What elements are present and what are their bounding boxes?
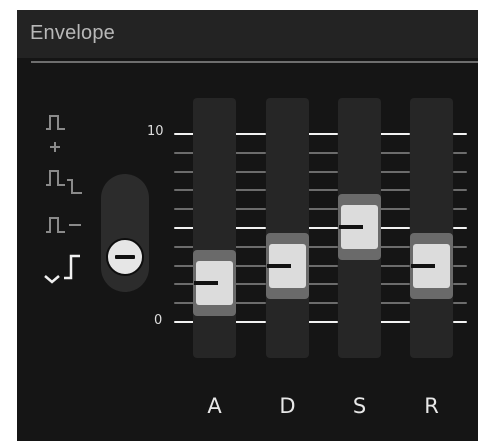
scale-tick-major bbox=[380, 321, 410, 323]
scale-tick-major bbox=[308, 321, 338, 323]
fader-track-d[interactable] bbox=[266, 98, 309, 358]
scale-tick-minor bbox=[453, 208, 467, 211]
scale-tick-minor bbox=[235, 302, 266, 305]
scale-tick-major bbox=[453, 227, 467, 229]
scale-tick-major bbox=[453, 133, 467, 135]
scale-tick-minor bbox=[174, 151, 194, 154]
fader-label-r: R bbox=[424, 394, 439, 418]
scale-tick-major bbox=[235, 321, 266, 323]
scale-tick-major bbox=[235, 133, 266, 135]
scale-tick-major bbox=[174, 321, 194, 323]
fader-label-a: A bbox=[207, 394, 222, 418]
scale-tick-minor bbox=[174, 283, 194, 286]
scale-tick-minor bbox=[308, 245, 338, 248]
scale-tick-major bbox=[380, 133, 410, 135]
scale-tick-minor bbox=[453, 170, 467, 173]
scale-tick-minor bbox=[174, 189, 194, 192]
scale-tick-minor bbox=[380, 189, 410, 192]
scale-tick-minor bbox=[174, 170, 194, 173]
scale-tick-major bbox=[174, 133, 194, 135]
scale-tick-minor bbox=[235, 283, 266, 286]
scale-tick-minor bbox=[235, 170, 266, 173]
fader-handle-indicator bbox=[194, 281, 218, 286]
scale-tick-minor bbox=[308, 264, 338, 267]
pulse-sustain-icon[interactable] bbox=[45, 216, 91, 234]
scale-tick-major bbox=[380, 227, 410, 229]
knob-indicator bbox=[115, 255, 135, 259]
scale-tick-minor bbox=[380, 302, 410, 305]
wave-gate-icon[interactable] bbox=[42, 252, 98, 284]
fader-label-s: S bbox=[352, 394, 367, 418]
scale-tick-major bbox=[235, 227, 266, 229]
scale-tick-minor bbox=[308, 170, 338, 173]
envelope-panel: Envelope 10 0 ADSR bbox=[17, 10, 478, 441]
scale-tick-minor bbox=[235, 151, 266, 154]
scale-tick-minor bbox=[380, 264, 410, 267]
double-pulse-icon[interactable] bbox=[45, 168, 85, 196]
scale-tick-minor bbox=[174, 208, 194, 211]
single-pulse-icon[interactable] bbox=[45, 114, 67, 130]
fader-handle-indicator bbox=[411, 264, 435, 269]
scale-tick-minor bbox=[174, 302, 194, 305]
scale-tick-minor bbox=[380, 170, 410, 173]
scale-tick-minor bbox=[235, 208, 266, 211]
fader-track-r[interactable] bbox=[410, 98, 453, 358]
mode-icons bbox=[17, 10, 107, 310]
scale-tick-minor bbox=[235, 189, 266, 192]
scale-tick-minor bbox=[380, 151, 410, 154]
fader-handle-indicator bbox=[267, 264, 291, 269]
scale-min-label: 0 bbox=[154, 313, 163, 328]
scale-max-label: 10 bbox=[147, 124, 164, 139]
mode-switch-knob[interactable] bbox=[106, 238, 144, 276]
scale-tick-major bbox=[308, 133, 338, 135]
scale-tick-major bbox=[453, 321, 467, 323]
scale-tick-minor bbox=[308, 151, 338, 154]
scale-tick-minor bbox=[380, 283, 410, 286]
scale-tick-major bbox=[174, 227, 194, 229]
scale-tick-minor bbox=[308, 283, 338, 286]
scale-tick-minor bbox=[453, 245, 467, 248]
scale-tick-minor bbox=[453, 302, 467, 305]
scale-tick-minor bbox=[235, 245, 266, 248]
scale-tick-minor bbox=[380, 208, 410, 211]
scale-tick-major bbox=[308, 227, 338, 229]
scale-tick-minor bbox=[453, 283, 467, 286]
scale-tick-minor bbox=[235, 264, 266, 267]
fader-label-d: D bbox=[279, 394, 296, 418]
scale-tick-minor bbox=[174, 245, 194, 248]
scale-tick-minor bbox=[453, 189, 467, 192]
scale-tick-minor bbox=[308, 189, 338, 192]
scale-tick-minor bbox=[453, 264, 467, 267]
fader-handle-indicator bbox=[339, 225, 363, 229]
fader-track-a[interactable] bbox=[193, 98, 236, 358]
scale-tick-minor bbox=[174, 264, 194, 267]
scale-tick-minor bbox=[380, 245, 410, 248]
scale-tick-minor bbox=[453, 151, 467, 154]
scale-tick-minor bbox=[308, 208, 338, 211]
scale-tick-minor bbox=[308, 302, 338, 305]
plus-icon bbox=[50, 142, 60, 152]
